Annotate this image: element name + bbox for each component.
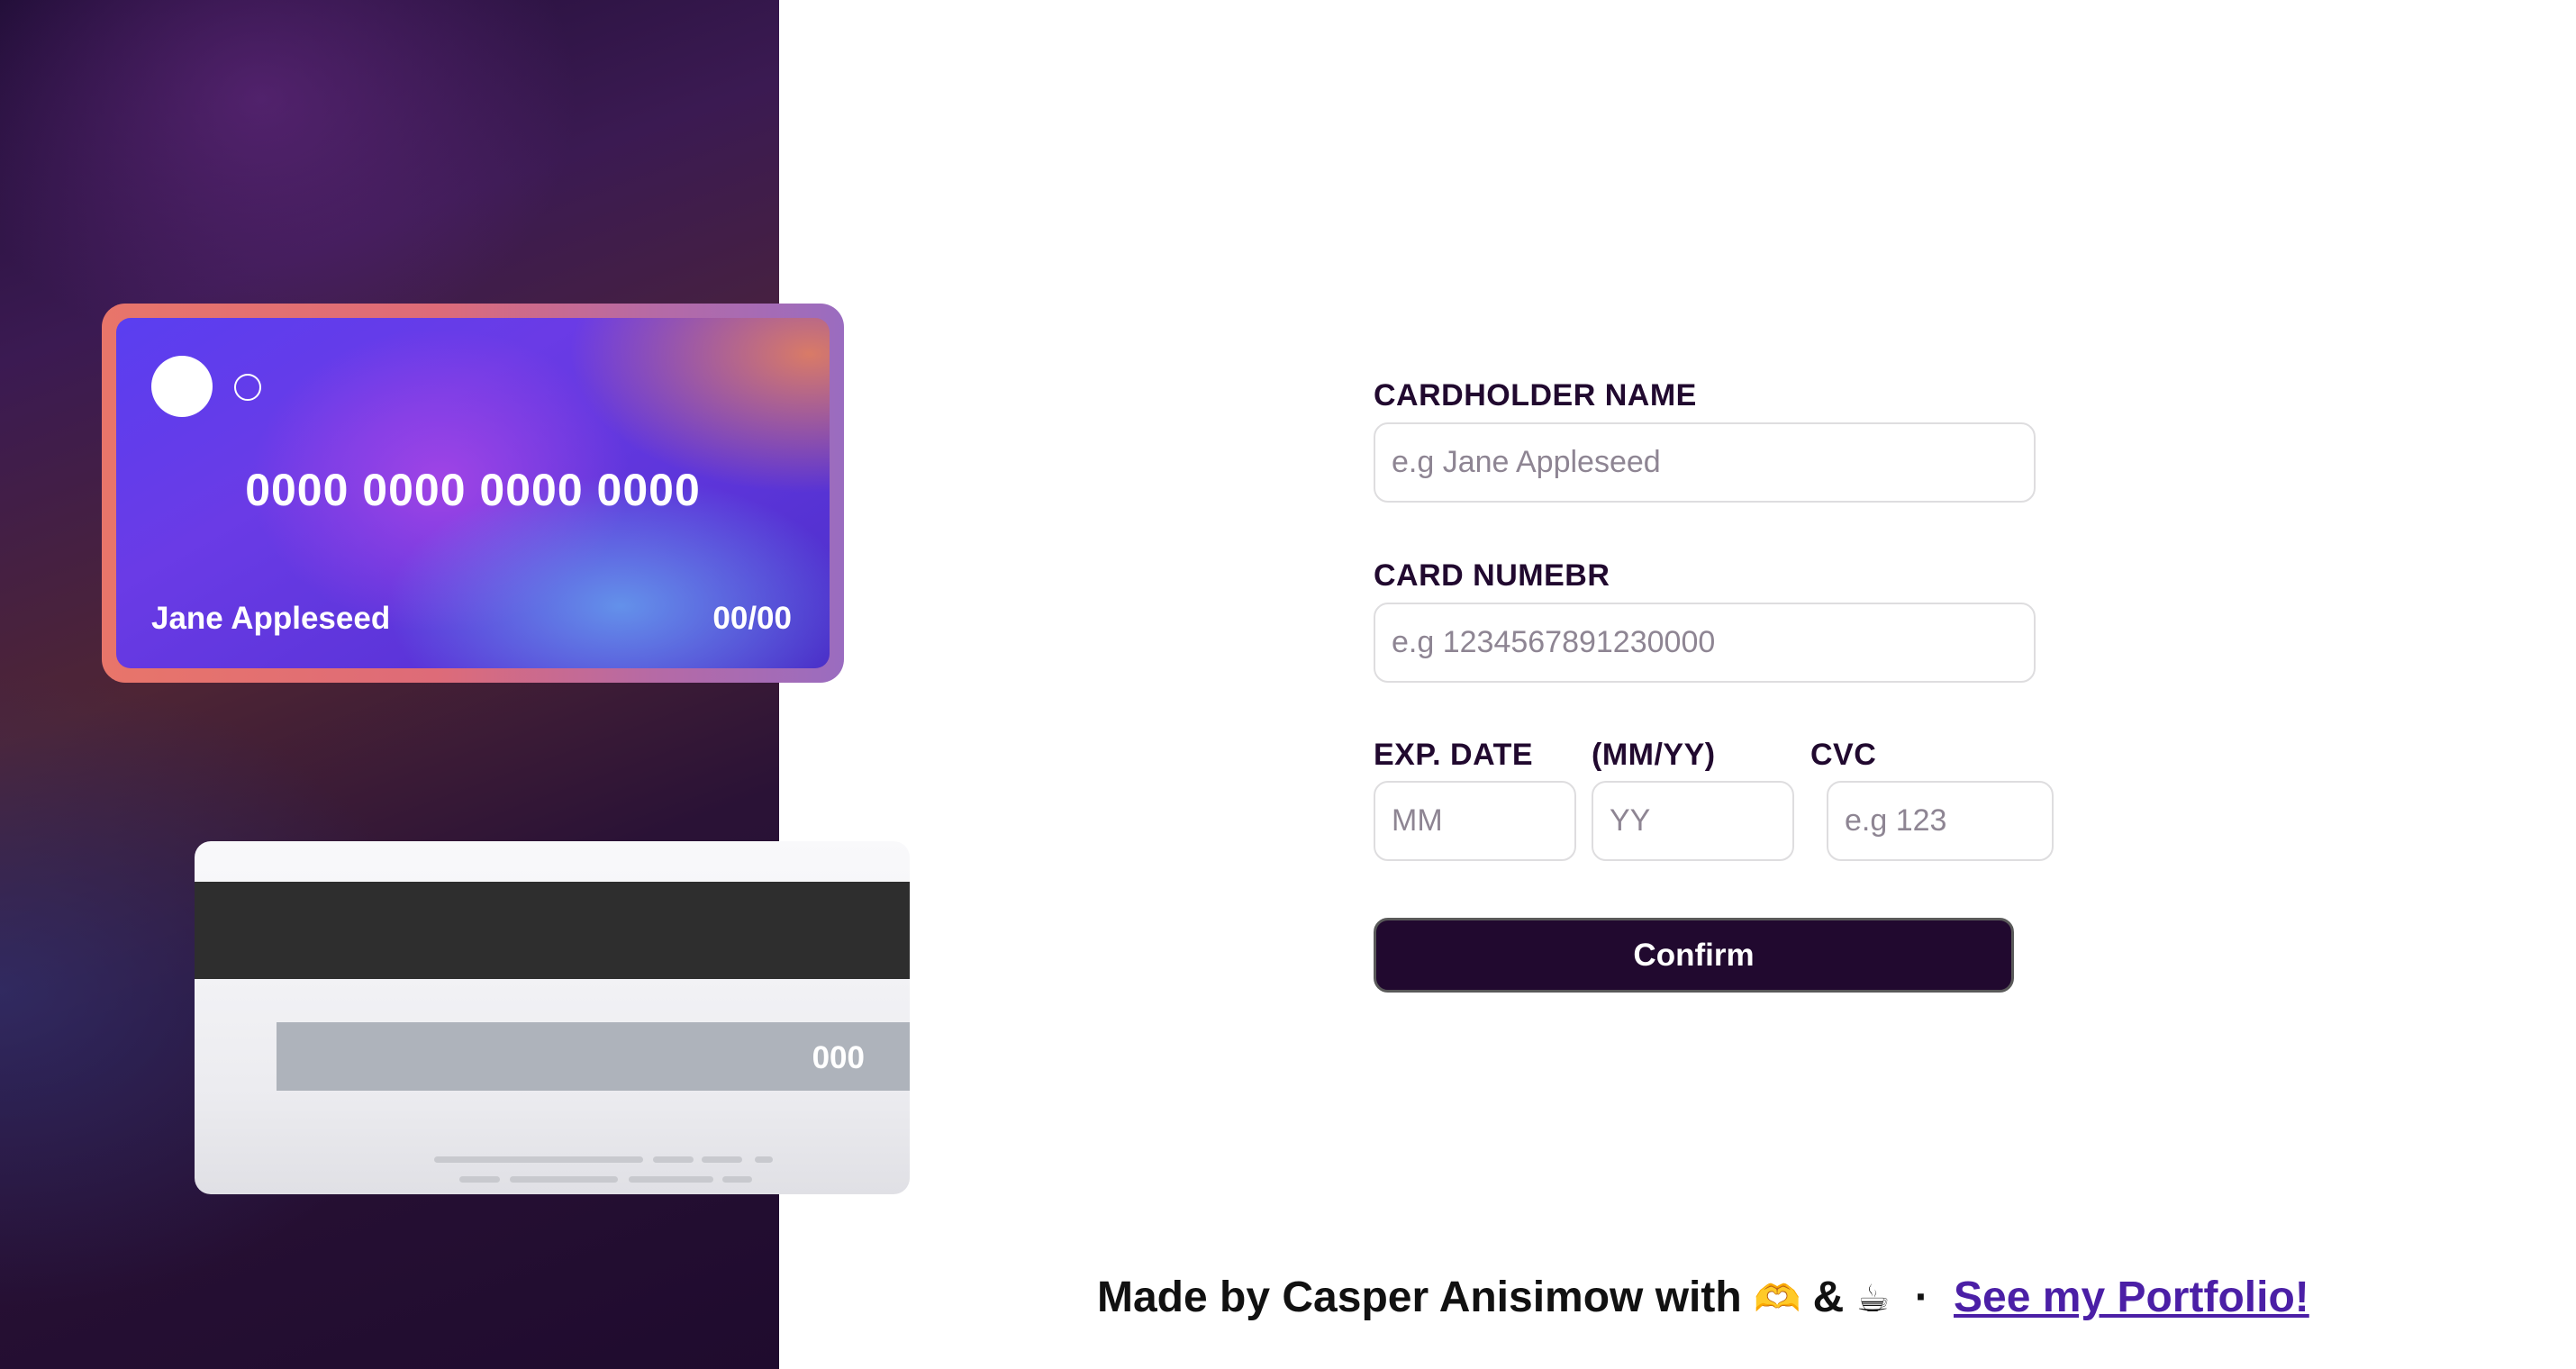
coffee-icon: ☕ [1855,1276,1891,1320]
cardholder-name-input[interactable] [1374,422,2036,503]
cardholder-name-label: CARDHOLDER NAME [1374,378,1697,413]
confirm-button[interactable]: Confirm [1374,918,2014,993]
card-back-fine-print [195,841,910,1194]
heart-hands-icon: 🫶 [1754,1276,1801,1320]
footer-text: Made by Casper Anisimow with [1097,1274,1742,1321]
card-number-input[interactable] [1374,603,2036,683]
card-logo-filled-circle-icon [151,356,213,417]
exp-date-label: EXP. DATE [1374,738,1534,772]
card-front: 0000 0000 0000 0000 Jane Appleseed 00/00 [102,304,844,683]
portfolio-link[interactable]: See my Portfolio! [1954,1274,2309,1321]
footer-ampersand: & [1812,1274,1845,1321]
footer-credit: Made by Casper Anisimow with 🫶 & ☕ · See… [1097,1273,2309,1322]
exp-date-format-label: (MM/YY) [1592,738,1716,772]
exp-year-input[interactable] [1592,781,1794,861]
card-expiry-display: 00/00 [712,601,792,636]
footer-separator: · [1914,1274,1929,1321]
cvc-input[interactable] [1827,781,2054,861]
card-logo-outline-circle-icon [234,374,261,401]
card-number-display: 0000 0000 0000 0000 [245,465,701,515]
card-front-face: 0000 0000 0000 0000 Jane Appleseed 00/00 [116,318,830,668]
exp-month-input[interactable] [1374,781,1576,861]
cvc-label: CVC [1810,738,1877,772]
card-back: 000 [195,841,910,1194]
card-number-label: CARD NUMEBR [1374,558,1610,593]
cardholder-name-display: Jane Appleseed [151,601,391,636]
